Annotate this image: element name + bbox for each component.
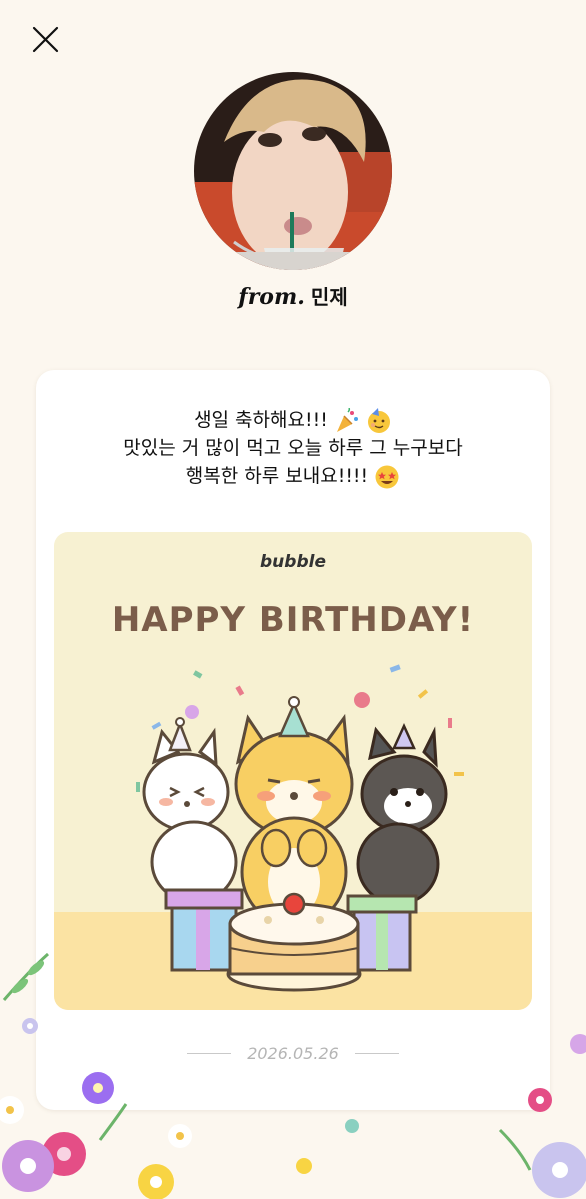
brand-logo: bubble xyxy=(260,552,326,572)
date-divider-left xyxy=(187,1053,232,1054)
sender-avatar xyxy=(194,72,392,270)
party-popper-icon xyxy=(336,407,358,432)
letter-date: 2026.05.26 xyxy=(247,1044,339,1063)
white-dog-icon xyxy=(142,717,238,904)
date-divider-right xyxy=(354,1053,399,1054)
message-line-2: 맛있는 거 많이 먹고 오늘 하루 그 누구보다 xyxy=(123,437,463,459)
partying-face-icon xyxy=(367,407,390,433)
shiba-dog-icon xyxy=(234,696,354,928)
sender-name: 민제 xyxy=(310,285,348,309)
close-button[interactable] xyxy=(26,22,64,60)
birthday-dogs-illustration xyxy=(136,664,464,992)
card-headline: HAPPY BIRTHDAY! xyxy=(111,600,475,640)
from-prefix: from. xyxy=(238,284,305,310)
close-icon xyxy=(32,26,59,53)
birthday-card-image: bubble HAPPY BIRTHDAY! xyxy=(54,532,532,1010)
date-row: 2026.05.26 xyxy=(36,1044,550,1063)
message-line-3: 행복한 하루 보내요!!!! xyxy=(56,462,530,490)
sender-line: from. 민제 xyxy=(0,282,586,312)
star-struck-icon xyxy=(375,465,399,488)
message-line-1: 생일 축하해요!!! xyxy=(56,406,530,434)
letter-card: 생일 축하해요!!! 맛있는 거 많이 먹고 오늘 하루 그 누구보다 행복한 … xyxy=(36,370,550,1110)
message-text: 생일 축하해요!!! 맛있는 거 많이 먹고 오늘 하루 그 누구보다 행복한 … xyxy=(56,406,530,490)
black-dog-icon xyxy=(356,722,448,906)
birthday-cake-icon xyxy=(226,892,362,992)
